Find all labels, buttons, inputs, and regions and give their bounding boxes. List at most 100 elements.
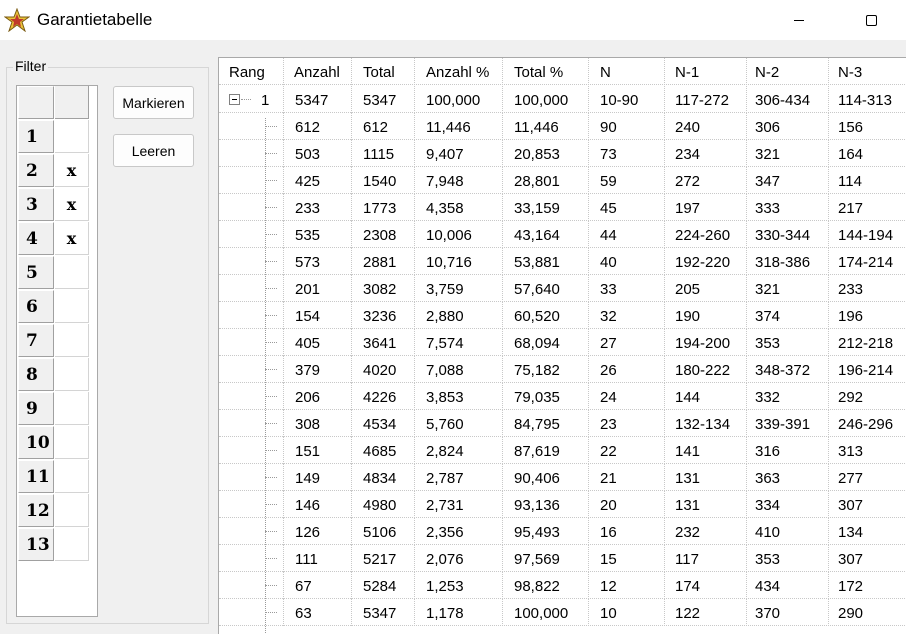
filter-row[interactable]: 7 (17, 324, 97, 358)
filter-row-mark[interactable] (55, 426, 89, 459)
collapse-tree-icon[interactable] (229, 94, 240, 105)
column-header-rang[interactable]: Rang (219, 58, 284, 85)
filter-row-mark[interactable] (55, 120, 89, 153)
filter-row-number[interactable]: 4 (18, 222, 54, 255)
filter-row-number[interactable]: 10 (18, 426, 54, 459)
filter-row-number[interactable]: 3 (18, 188, 54, 221)
table-row[interactable]: 503 1115 9,407 20,853 73 234 321 164 (219, 140, 906, 167)
filter-row-number[interactable]: 8 (18, 358, 54, 391)
total-pct-cell: 28,801 (503, 167, 589, 194)
filter-row-mark[interactable] (55, 358, 89, 391)
table-row[interactable]: 154 3236 2,880 60,520 32 190 374 196 (219, 302, 906, 329)
anzahl-pct-cell: 2,076 (415, 545, 503, 572)
table-row[interactable]: 206 4226 3,853 79,035 24 144 332 292 (219, 383, 906, 410)
n-3-cell: 164 (829, 140, 906, 167)
table-row[interactable]: 126 5106 2,356 95,493 16 232 410 134 (219, 518, 906, 545)
column-header-n[interactable]: N (589, 58, 665, 85)
rang-cell (219, 437, 284, 464)
table-row[interactable]: 612 612 11,446 11,446 90 240 306 156 (219, 113, 906, 140)
table-row[interactable]: 67 5284 1,253 98,822 12 174 434 172 (219, 572, 906, 599)
rang-cell (219, 518, 284, 545)
n-3-cell: 196 (829, 302, 906, 329)
table-row[interactable]: 63 5347 1,178 100,000 10 122 370 290 (219, 599, 906, 626)
table-row[interactable]: 201 3082 3,759 57,640 33 205 321 233 (219, 275, 906, 302)
filter-row-mark[interactable] (55, 528, 89, 561)
table-row[interactable]: 573 2881 10,716 53,881 40 192-220 318-386 174-2… (219, 248, 906, 275)
column-header-total[interactable]: Total (352, 58, 415, 85)
filter-row[interactable]: 10 (17, 426, 97, 460)
filter-grid[interactable]: 1 2 x 3 x 4 x 5 6 7 8 9 10 11 12 13 (16, 85, 98, 617)
filter-row-number[interactable]: 2 (18, 154, 54, 187)
anzahl-pct-cell: 2,824 (415, 437, 503, 464)
filter-row-mark[interactable] (55, 460, 89, 493)
rang-cell (219, 491, 284, 518)
filter-row[interactable]: 6 (17, 290, 97, 324)
table-row[interactable]: 379 4020 7,088 75,182 26 180-222 348-372 196-21… (219, 356, 906, 383)
filter-row[interactable]: 8 (17, 358, 97, 392)
maximize-button[interactable] (848, 0, 894, 40)
column-header-anzahl-pct[interactable]: Anzahl % (415, 58, 503, 85)
n-cell: 26 (589, 356, 665, 383)
column-header-anzahl[interactable]: Anzahl (284, 58, 352, 85)
table-row[interactable]: 425 1540 7,948 28,801 59 272 347 114 (219, 167, 906, 194)
guarantee-table[interactable]: Rang Anzahl Total Anzahl % Total % N N-1… (218, 57, 906, 634)
n-3-cell: 292 (829, 383, 906, 410)
anzahl-cell: 201 (284, 275, 352, 302)
filter-row-mark[interactable] (55, 290, 89, 323)
filter-row[interactable]: 13 (17, 528, 97, 562)
leeren-button[interactable]: Leeren (113, 134, 194, 167)
filter-row-mark[interactable]: x (55, 154, 89, 187)
filter-row-number[interactable]: 1 (18, 120, 54, 153)
table-row[interactable]: 151 4685 2,824 87,619 22 141 316 313 (219, 437, 906, 464)
column-header-n-3[interactable]: N-3 (829, 58, 906, 85)
minimize-button[interactable] (776, 0, 822, 40)
filter-row[interactable]: 4x (17, 222, 97, 256)
filter-row[interactable]: 2x (17, 154, 97, 188)
filter-row-mark[interactable] (55, 392, 89, 425)
filter-row-number[interactable]: 13 (18, 528, 54, 561)
table-row[interactable]: 405 3641 7,574 68,094 27 194-200 353 212-218 (219, 329, 906, 356)
filter-row-number[interactable]: 9 (18, 392, 54, 425)
filter-row-number[interactable]: 12 (18, 494, 54, 527)
table-row[interactable]: 308 4534 5,760 84,795 23 132-134 339-391 246-29… (219, 410, 906, 437)
n-1-cell: 205 (665, 275, 747, 302)
filter-row-number[interactable]: 11 (18, 460, 54, 493)
n-3-cell: 196-214 (829, 356, 906, 383)
table-row[interactable]: 111 5217 2,076 97,569 15 117 353 307 (219, 545, 906, 572)
filter-row[interactable]: 12 (17, 494, 97, 528)
table-row[interactable]: 535 2308 10,006 43,164 44 224-260 330-344 144-1… (219, 221, 906, 248)
n-cell: 23 (589, 410, 665, 437)
filter-row[interactable]: 3x (17, 188, 97, 222)
column-header-n-1[interactable]: N-1 (665, 58, 747, 85)
total-cell: 5347 (352, 599, 415, 626)
anzahl-cell: 612 (284, 113, 352, 140)
filter-row-number[interactable]: 7 (18, 324, 54, 357)
table-row-parent[interactable]: 1 5347 5347 100,000 100,000 10-90 117-27… (219, 86, 906, 113)
filter-row[interactable]: 11 (17, 460, 97, 494)
markieren-button[interactable]: Markieren (113, 86, 194, 119)
anzahl-pct-cell: 2,787 (415, 464, 503, 491)
total-cell: 1540 (352, 167, 415, 194)
filter-row-number[interactable]: 5 (18, 256, 54, 289)
column-header-total-pct[interactable]: Total % (503, 58, 589, 85)
n-1-cell: 132-134 (665, 410, 747, 437)
table-row[interactable]: 146 4980 2,731 93,136 20 131 334 307 (219, 491, 906, 518)
column-header-n-2[interactable]: N-2 (747, 58, 829, 85)
table-row[interactable]: 233 1773 4,358 33,159 45 197 333 217 (219, 194, 906, 221)
filter-row-mark[interactable] (55, 494, 89, 527)
total-cell: 5347 (352, 86, 415, 113)
filter-row-mark[interactable] (55, 256, 89, 289)
filter-row[interactable]: 5 (17, 256, 97, 290)
tree-connector (265, 450, 277, 451)
filter-row-mark[interactable]: x (55, 222, 89, 255)
filter-row-number[interactable]: 6 (18, 290, 54, 323)
filter-row-mark[interactable]: x (55, 188, 89, 221)
total-pct-cell: 97,569 (503, 545, 589, 572)
tree-connector (265, 315, 277, 316)
total-pct-cell: 95,493 (503, 518, 589, 545)
filter-row[interactable]: 9 (17, 392, 97, 426)
total-pct-cell: 75,182 (503, 356, 589, 383)
filter-row[interactable]: 1 (17, 120, 97, 154)
filter-row-mark[interactable] (55, 324, 89, 357)
table-row[interactable]: 149 4834 2,787 90,406 21 131 363 277 (219, 464, 906, 491)
